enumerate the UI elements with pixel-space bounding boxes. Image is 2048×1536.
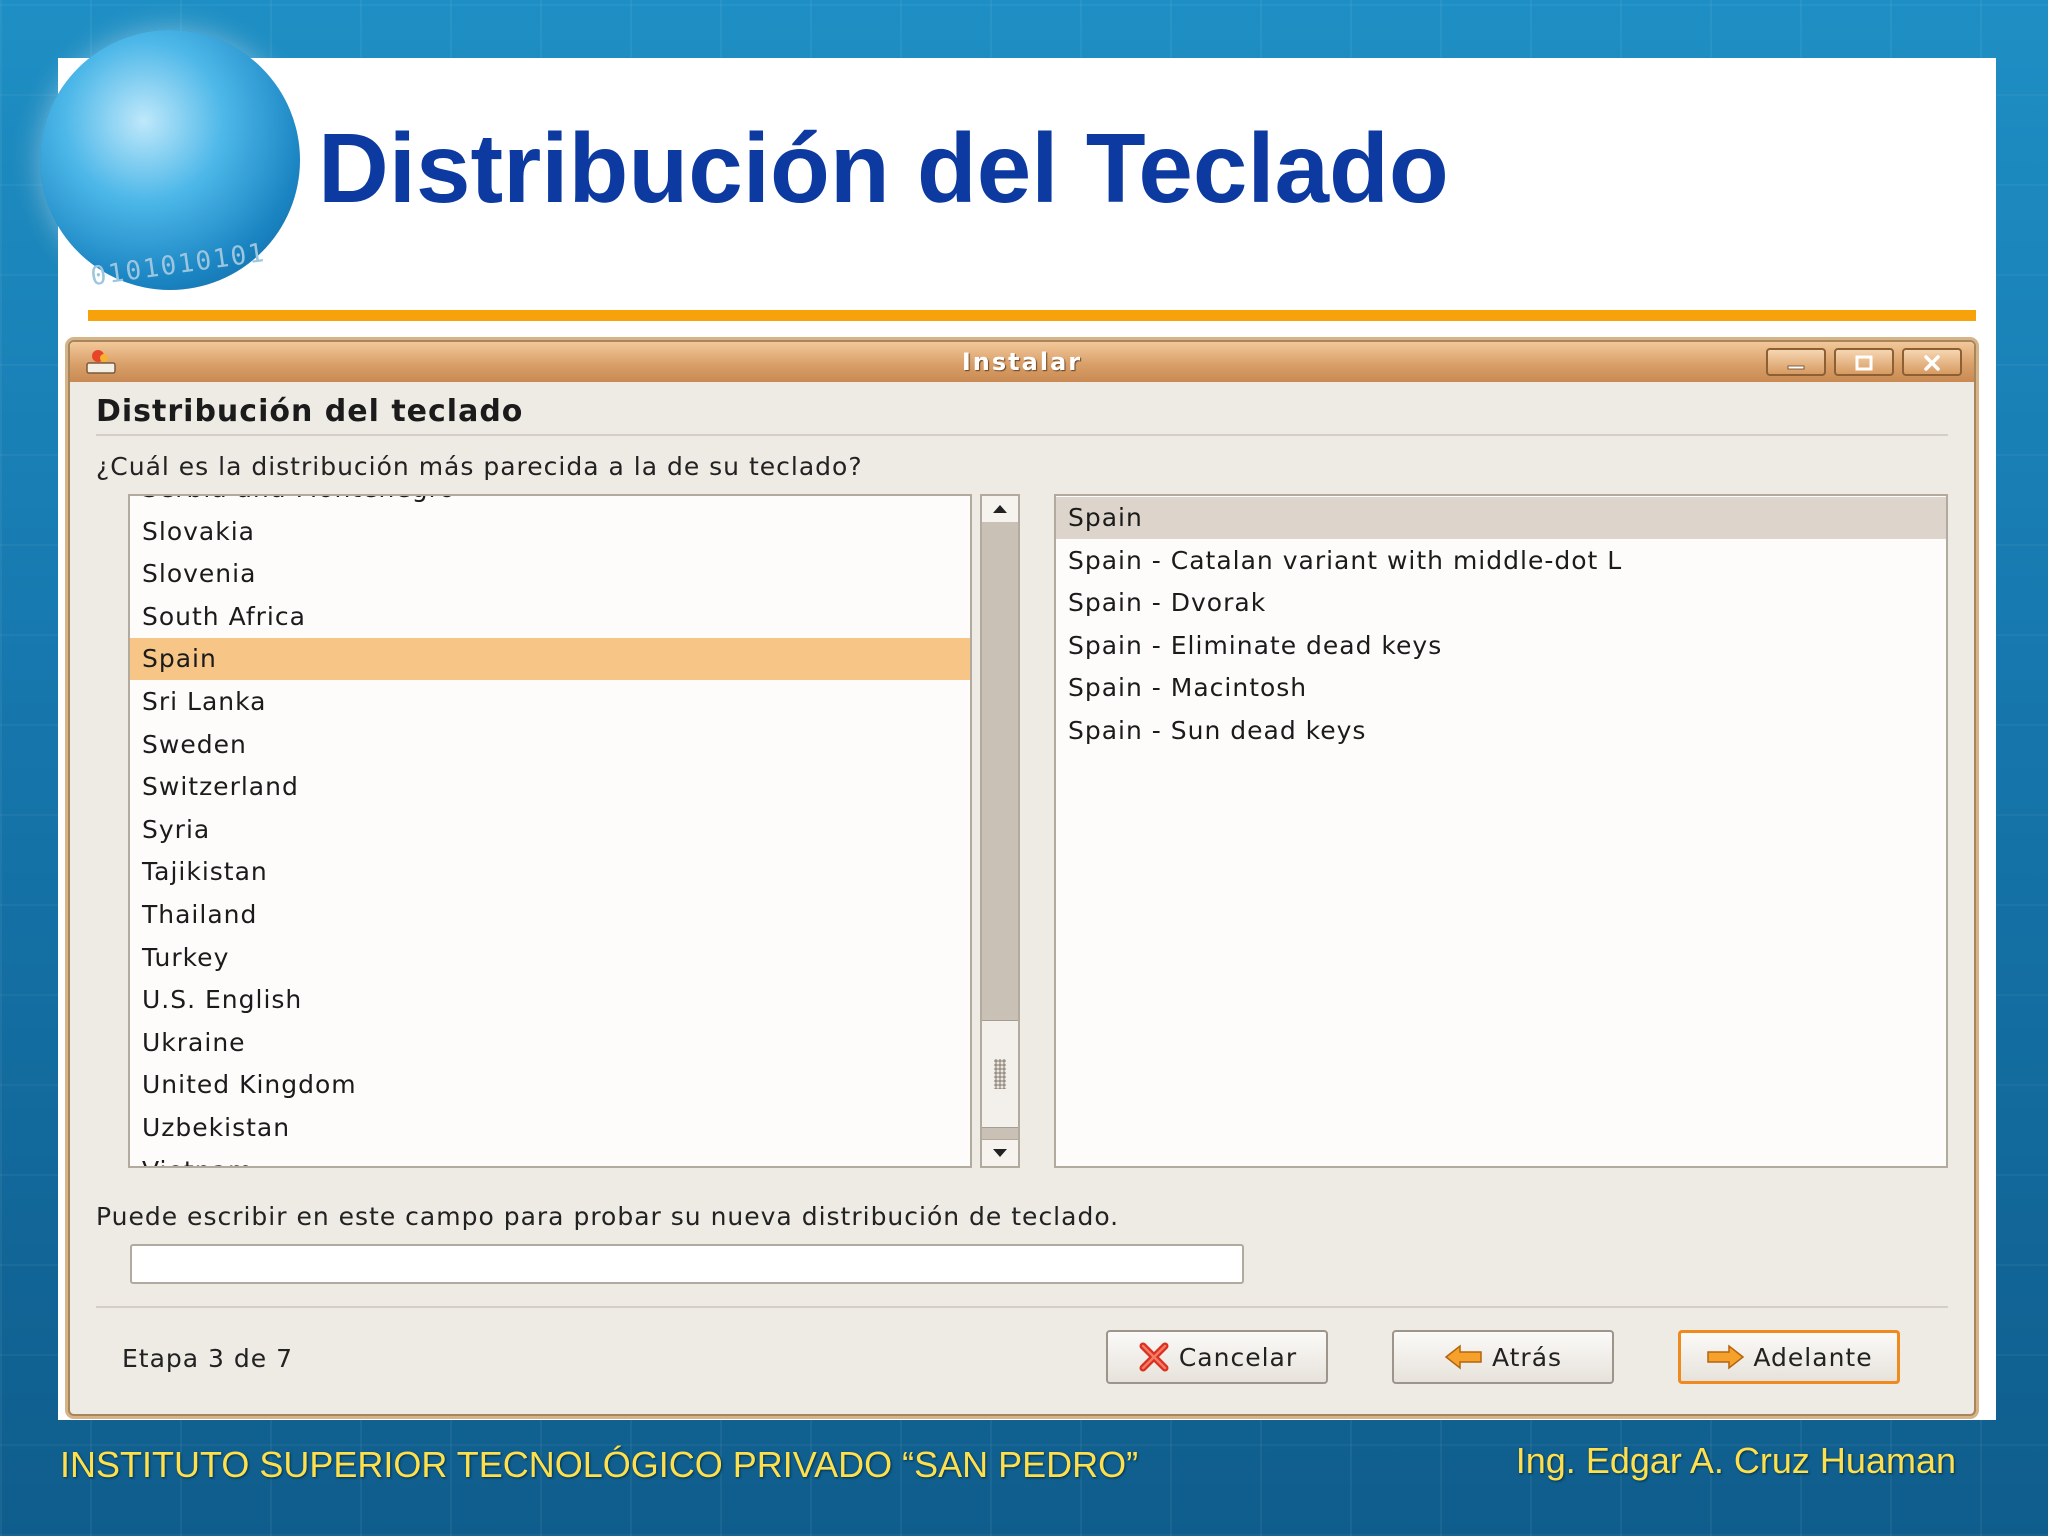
test-field-hint: Puede escribir en este campo para probar… [96, 1202, 1120, 1231]
country-item[interactable]: United Kingdom [130, 1064, 970, 1106]
country-item[interactable]: Vietnam [130, 1150, 970, 1166]
country-item[interactable]: Thailand [130, 894, 970, 936]
close-button[interactable] [1902, 348, 1962, 376]
country-item[interactable]: Spain [130, 638, 970, 681]
arrow-left-icon [1444, 1344, 1482, 1370]
scroll-thumb[interactable] [982, 1020, 1018, 1128]
variant-list[interactable]: Spain Spain - Catalan variant with middle… [1054, 494, 1948, 1168]
country-item[interactable]: Tajikistan [130, 851, 970, 893]
title-underline [88, 310, 1976, 321]
slide-title: Distribución del Teclado [318, 113, 1449, 223]
author-name: Ing. Edgar A. Cruz Huaman [1515, 1440, 1956, 1481]
cancel-label: Cancelar [1178, 1342, 1298, 1372]
back-button[interactable]: Atrás [1392, 1330, 1614, 1384]
country-item[interactable]: Uzbekistan [130, 1107, 970, 1149]
dialog-heading: Distribución del teclado [96, 394, 524, 429]
scroll-down-button[interactable] [982, 1139, 1018, 1166]
variant-item[interactable]: Spain - Sun dead keys [1056, 710, 1946, 752]
country-item[interactable]: Sweden [130, 724, 970, 766]
maximize-icon [1855, 355, 1873, 371]
country-item[interactable]: Slovenia [130, 553, 970, 595]
country-item[interactable]: South Africa [130, 596, 970, 638]
cancel-button[interactable]: Cancelar [1106, 1330, 1328, 1384]
maximize-button[interactable] [1834, 348, 1894, 376]
country-item[interactable]: Turkey [130, 937, 970, 979]
step-indicator: Etapa 3 de 7 [122, 1344, 294, 1373]
grip-icon [994, 1059, 1006, 1089]
country-item[interactable]: Switzerland [130, 766, 970, 808]
installer-dialog: Instalar Distribución del teclado ¿Cuál … [68, 340, 1976, 1416]
variant-item[interactable]: Spain [1056, 497, 1946, 539]
keyboard-test-input[interactable] [130, 1244, 1244, 1284]
country-item[interactable]: Slovakia [130, 511, 970, 553]
arrow-up-icon [993, 505, 1007, 513]
country-item[interactable]: U.S. English [130, 979, 970, 1021]
institute-name: INSTITUTO SUPERIOR TECNOLÓGICO PRIVADO “… [60, 1444, 1139, 1485]
country-item[interactable]: Sri Lanka [130, 681, 970, 723]
minimize-icon [1787, 365, 1805, 370]
country-list-scrollbar[interactable] [980, 494, 1020, 1168]
variant-item[interactable]: Spain - Macintosh [1056, 667, 1946, 709]
country-item[interactable]: Serbia and Montenegro [130, 496, 970, 510]
scroll-up-button[interactable] [982, 496, 1018, 523]
layout-question: ¿Cuál es la distribución más parecida a … [96, 452, 863, 481]
next-button[interactable]: Adelante [1678, 1330, 1900, 1384]
country-item[interactable]: Syria [130, 809, 970, 851]
next-label: Adelante [1753, 1342, 1873, 1372]
window-title: Instalar [961, 348, 1083, 376]
arrow-right-icon [1707, 1344, 1745, 1370]
close-icon [1924, 355, 1940, 371]
variant-item[interactable]: Spain - Dvorak [1056, 582, 1946, 624]
minimize-button[interactable] [1766, 348, 1826, 376]
country-list[interactable]: Serbia and MontenegroSlovakiaSloveniaSou… [128, 494, 972, 1168]
heading-separator [96, 434, 1948, 436]
scroll-track[interactable] [982, 522, 1018, 1140]
variant-item[interactable]: Spain - Catalan variant with middle-dot … [1056, 540, 1946, 582]
arrow-down-icon [993, 1149, 1007, 1157]
country-item[interactable]: Ukraine [130, 1022, 970, 1064]
footer-separator [96, 1306, 1948, 1308]
variant-item[interactable]: Spain - Eliminate dead keys [1056, 625, 1946, 667]
window-titlebar[interactable]: Instalar [70, 342, 1974, 382]
back-label: Atrás [1491, 1342, 1563, 1372]
cancel-icon [1139, 1342, 1169, 1372]
